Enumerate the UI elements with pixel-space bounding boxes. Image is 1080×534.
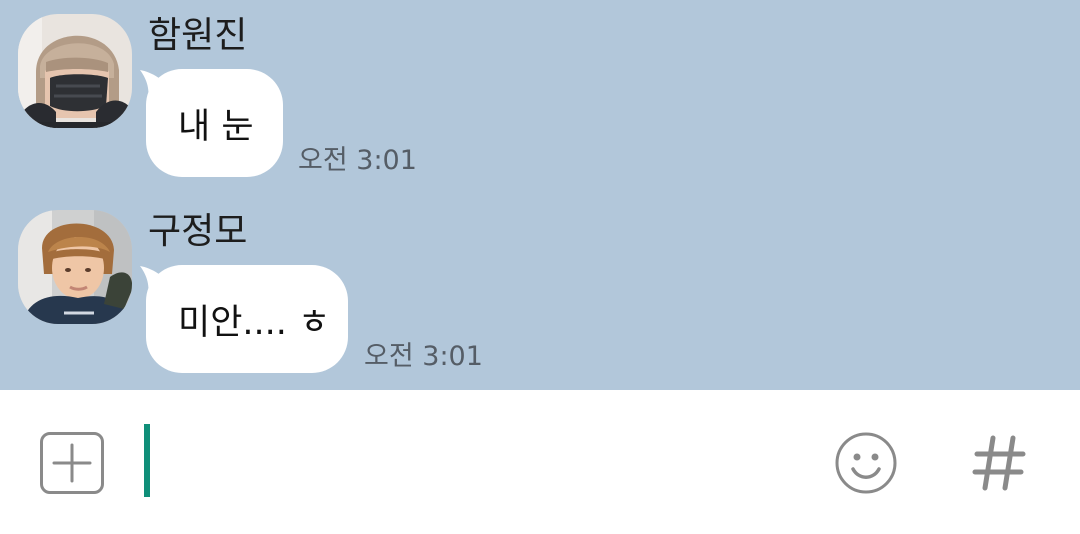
avatar[interactable] <box>18 210 132 324</box>
sender-name: 함원진 <box>148 15 248 56</box>
sender-name: 구정모 <box>148 211 248 252</box>
add-attachment-button[interactable] <box>40 432 104 494</box>
smiley-icon <box>835 432 897 494</box>
message-text: 미안.... ㅎ <box>178 302 331 343</box>
hashtag-button[interactable] <box>970 430 1030 496</box>
message-text: 내 눈 <box>178 106 254 147</box>
message-time: 오전 3:01 <box>298 145 417 176</box>
message-bubble[interactable]: 미안.... ㅎ <box>146 265 348 373</box>
avatar[interactable] <box>18 14 132 128</box>
message-time: 오전 3:01 <box>364 341 483 372</box>
message-input[interactable] <box>144 424 816 497</box>
hash-icon <box>972 435 1026 491</box>
plus-square-icon <box>52 443 92 483</box>
chat-area[interactable]: 함원진 내 눈 오전 3:01 구정모 미안.... ㅎ 오전 3:01 <box>0 0 1080 390</box>
emoji-button[interactable] <box>835 432 897 494</box>
chat-screen: 함원진 내 눈 오전 3:01 구정모 미안.... ㅎ 오전 3:01 <box>0 0 1080 534</box>
avatar-brown-hair-icon <box>18 210 132 324</box>
avatar-masked-light-hair-icon <box>18 14 132 128</box>
message-input-bar <box>0 390 1080 534</box>
message-bubble[interactable]: 내 눈 <box>146 69 283 177</box>
